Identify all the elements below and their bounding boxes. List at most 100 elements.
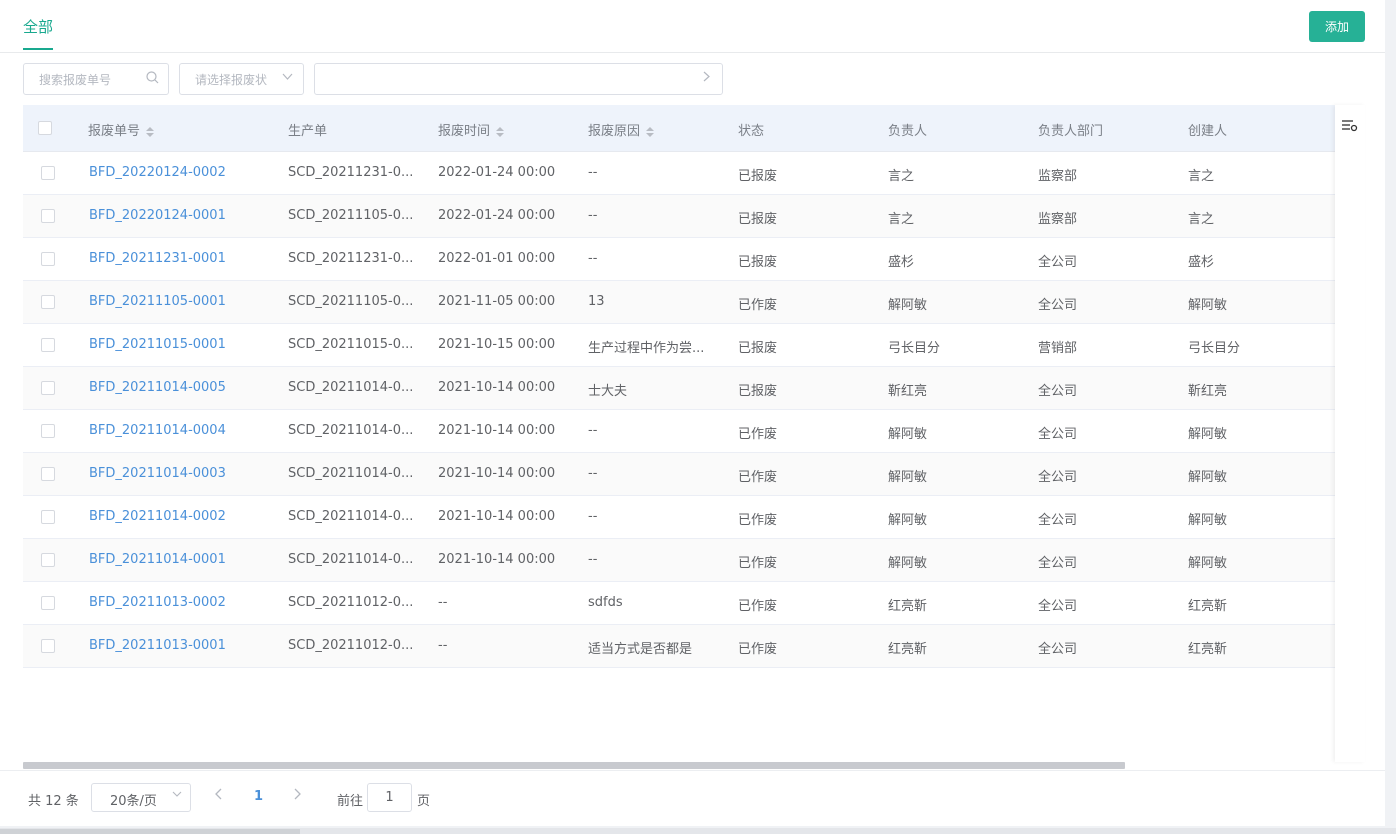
cell-scrap-no[interactable]: BFD_20211015-0001 bbox=[89, 337, 226, 352]
sort-icon[interactable] bbox=[646, 126, 655, 137]
row-checkbox[interactable] bbox=[41, 639, 55, 653]
cell-scrap-time: -- bbox=[438, 595, 448, 610]
table-row[interactable]: BFD_20211014-0003 SCD_20211014-0... 2021-1… bbox=[23, 453, 1365, 496]
table-row[interactable]: BFD_20220124-0001 SCD_20211105-0... 2022-0… bbox=[23, 195, 1365, 238]
row-checkbox[interactable] bbox=[41, 338, 55, 352]
page-horizontal-scrollbar[interactable] bbox=[0, 828, 1396, 834]
row-checkbox[interactable] bbox=[41, 209, 55, 223]
cell-owner: 解阿敏 bbox=[888, 427, 928, 442]
column-settings-icon[interactable] bbox=[1342, 119, 1358, 133]
cell-scrap-no[interactable]: BFD_20211014-0001 bbox=[89, 552, 226, 567]
sort-icon[interactable] bbox=[146, 126, 155, 137]
cell-scrap-no[interactable]: BFD_20211105-0001 bbox=[89, 294, 226, 309]
cell-scrap-no[interactable]: BFD_20211013-0002 bbox=[89, 595, 226, 610]
cell-owner-dept: 全公司 bbox=[1038, 599, 1078, 614]
cell-creator: 解阿敏 bbox=[1188, 513, 1228, 528]
cell-scrap-reason: -- bbox=[588, 165, 598, 180]
cell-scrap-reason: -- bbox=[588, 208, 598, 223]
table-row[interactable]: BFD_20211014-0005 SCD_20211014-0... 2021-1… bbox=[23, 367, 1365, 410]
status-placeholder: 请选择报废状 bbox=[195, 73, 268, 87]
cell-scrap-no[interactable]: BFD_20211231-0001 bbox=[89, 251, 226, 266]
table-row[interactable]: BFD_20220124-0002 SCD_20211231-0... 2022-0… bbox=[23, 152, 1365, 195]
cell-status: 已报废 bbox=[738, 255, 778, 270]
cell-status: 已报废 bbox=[738, 169, 778, 184]
cell-scrap-no[interactable]: BFD_20211013-0001 bbox=[89, 638, 226, 653]
search-input[interactable]: 搜索报废单号 bbox=[23, 63, 169, 95]
cell-owner-dept: 全公司 bbox=[1038, 384, 1078, 399]
cell-scrap-no[interactable]: BFD_20211014-0005 bbox=[89, 380, 226, 395]
cell-production-order: SCD_20211014-0... bbox=[288, 380, 414, 395]
total-count: 共 12 条 bbox=[28, 794, 79, 809]
cell-scrap-time: 2021-10-14 00:00 bbox=[438, 509, 556, 524]
cell-scrap-no[interactable]: BFD_20220124-0001 bbox=[89, 208, 226, 223]
table-row[interactable]: BFD_20211105-0001 SCD_20211105-0... 2021-1… bbox=[23, 281, 1365, 324]
cell-production-order: SCD_20211231-0... bbox=[288, 251, 414, 266]
col-header-scrap-no[interactable]: 报废单号 bbox=[88, 120, 155, 139]
range-picker[interactable] bbox=[314, 63, 723, 95]
horizontal-scrollbar[interactable] bbox=[23, 762, 1125, 769]
cell-scrap-no[interactable]: BFD_20211014-0003 bbox=[89, 466, 226, 481]
select-all-checkbox[interactable] bbox=[38, 121, 52, 135]
chevron-right-icon bbox=[701, 71, 712, 86]
cell-owner: 红亮靳 bbox=[888, 642, 928, 657]
cell-production-order: SCD_20211231-0... bbox=[288, 165, 414, 180]
goto-suffix: 页 bbox=[417, 794, 431, 809]
cell-owner-dept: 营销部 bbox=[1038, 341, 1078, 356]
prev-page-icon[interactable] bbox=[214, 788, 224, 804]
row-checkbox[interactable] bbox=[41, 295, 55, 309]
tab-all[interactable]: 全部 bbox=[23, 16, 53, 37]
table-row[interactable]: BFD_20211014-0001 SCD_20211014-0... 2021-1… bbox=[23, 539, 1365, 582]
table-header: 报废单号 生产单 报废时间 报废原因 状态 负责人 负责人部门 创建人 bbox=[23, 105, 1365, 152]
add-button[interactable]: 添加 bbox=[1309, 11, 1365, 42]
cell-scrap-time: 2021-10-14 00:00 bbox=[438, 552, 556, 567]
cell-owner: 解阿敏 bbox=[888, 556, 928, 571]
cell-status: 已报废 bbox=[738, 341, 778, 356]
row-checkbox[interactable] bbox=[41, 381, 55, 395]
cell-scrap-reason: 适当方式是否都是 bbox=[588, 642, 693, 657]
row-checkbox[interactable] bbox=[41, 510, 55, 524]
table-row[interactable]: BFD_20211231-0001 SCD_20211231-0... 2022-0… bbox=[23, 238, 1365, 281]
cell-scrap-reason: -- bbox=[588, 509, 598, 524]
sort-icon[interactable] bbox=[496, 126, 505, 137]
cell-scrap-no[interactable]: BFD_20211014-0004 bbox=[89, 423, 226, 438]
table-row[interactable]: BFD_20211015-0001 SCD_20211015-0... 2021-1… bbox=[23, 324, 1365, 367]
main-panel: 全部 添加 搜索报废单号 请选择报废状 报废单号 生产单 报废时间 报废原因 状… bbox=[0, 0, 1385, 826]
col-header-scrap-time[interactable]: 报废时间 bbox=[438, 120, 505, 139]
cell-owner-dept: 全公司 bbox=[1038, 556, 1078, 571]
col-header-owner-dept: 负责人部门 bbox=[1038, 124, 1104, 139]
goto-page-input[interactable] bbox=[367, 783, 412, 812]
cell-status: 已作废 bbox=[738, 556, 778, 571]
cell-creator: 盛杉 bbox=[1188, 255, 1215, 270]
status-select[interactable]: 请选择报废状 bbox=[179, 63, 304, 95]
table-row[interactable]: BFD_20211013-0001 SCD_20211012-0... -- 适当方式… bbox=[23, 625, 1365, 668]
row-checkbox[interactable] bbox=[41, 553, 55, 567]
search-icon bbox=[146, 71, 159, 88]
tab-bar: 全部 添加 bbox=[0, 0, 1385, 53]
row-checkbox[interactable] bbox=[41, 166, 55, 180]
page-number-current[interactable]: 1 bbox=[254, 789, 263, 804]
row-checkbox[interactable] bbox=[41, 424, 55, 438]
pagination-bar: 共 12 条 20条/页 1 前往 页 bbox=[0, 770, 1385, 826]
col-header-scrap-reason[interactable]: 报废原因 bbox=[588, 120, 655, 139]
table-row[interactable]: BFD_20211014-0002 SCD_20211014-0... 2021-1… bbox=[23, 496, 1365, 539]
cell-production-order: SCD_20211015-0... bbox=[288, 337, 414, 352]
row-checkbox[interactable] bbox=[41, 252, 55, 266]
cell-owner: 弓长目分 bbox=[888, 341, 941, 356]
cell-owner: 盛杉 bbox=[888, 255, 915, 270]
table-row[interactable]: BFD_20211014-0004 SCD_20211014-0... 2021-1… bbox=[23, 410, 1365, 453]
cell-creator: 解阿敏 bbox=[1188, 298, 1228, 313]
cell-production-order: SCD_20211012-0... bbox=[288, 638, 414, 653]
row-checkbox[interactable] bbox=[41, 596, 55, 610]
cell-scrap-time: 2021-10-14 00:00 bbox=[438, 466, 556, 481]
table-row[interactable]: BFD_20211013-0002 SCD_20211012-0... -- sdfd… bbox=[23, 582, 1365, 625]
cell-production-order: SCD_20211105-0... bbox=[288, 208, 414, 223]
cell-creator: 红亮靳 bbox=[1188, 642, 1228, 657]
page-size-select[interactable]: 20条/页 bbox=[91, 783, 191, 812]
row-checkbox[interactable] bbox=[41, 467, 55, 481]
scrollbar-thumb[interactable] bbox=[0, 829, 300, 834]
cell-production-order: SCD_20211012-0... bbox=[288, 595, 414, 610]
cell-scrap-no[interactable]: BFD_20211014-0002 bbox=[89, 509, 226, 524]
cell-scrap-no[interactable]: BFD_20220124-0002 bbox=[89, 165, 226, 180]
next-page-icon[interactable] bbox=[292, 788, 302, 804]
cell-scrap-reason: 士大夫 bbox=[588, 384, 628, 399]
